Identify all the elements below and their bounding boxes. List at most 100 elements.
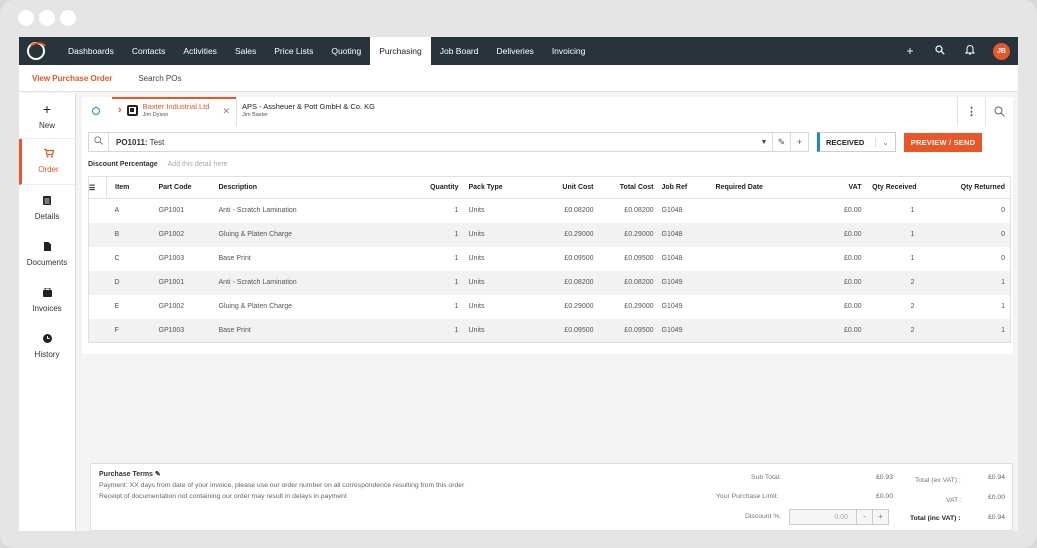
col-pack-type[interactable]: Pack Type bbox=[468, 176, 529, 199]
row-spacer bbox=[88, 222, 107, 247]
cell-job-ref: G1048 bbox=[661, 207, 683, 215]
col-unit-cost[interactable]: Unit Cost bbox=[528, 176, 594, 199]
cell-description: Gluing & Platen Charge bbox=[218, 303, 293, 310]
table-row[interactable]: B GP1002 Gluing & Platen Charge 1 Units £0.29… bbox=[88, 222, 1011, 247]
order-card: PO1011: Test ▼ ✎ + RECEIVED ⌄ PREVIEW / … bbox=[82, 126, 1013, 354]
edit-pencil-icon[interactable]: ✎ bbox=[772, 133, 790, 151]
subnav-view-purchase-order[interactable]: View Purchase Order bbox=[19, 74, 125, 83]
nav-purchasing[interactable]: Purchasing bbox=[370, 37, 431, 65]
col-item[interactable]: Item bbox=[106, 176, 159, 199]
table-row[interactable]: E GP1002 Gluing & Platen Charge 1 Units £0.29… bbox=[89, 295, 1011, 319]
col-total-cost[interactable]: Total Cost bbox=[593, 176, 662, 199]
col-required-date[interactable]: Required Date bbox=[715, 176, 816, 199]
sidebar-item-label: Documents bbox=[26, 257, 68, 267]
window-maximize-dot[interactable] bbox=[60, 10, 76, 26]
plus-icon[interactable]: + bbox=[903, 44, 917, 58]
sub-navbar: View Purchase Order Search POs bbox=[19, 65, 1018, 92]
status-select[interactable]: RECEIVED ⌄ bbox=[817, 132, 896, 152]
cell-description: Base Print bbox=[218, 318, 369, 343]
cell-quantity: 1 bbox=[368, 318, 469, 343]
discount-input[interactable]: Add this detail here bbox=[168, 161, 228, 168]
col-vat[interactable]: VAT bbox=[815, 176, 862, 199]
total-ex-vat-label: Total (ex VAT) : bbox=[915, 477, 961, 484]
circle-icon[interactable] bbox=[92, 107, 100, 115]
cell-part-code: GP1003 bbox=[158, 255, 185, 262]
discount-percent-input[interactable]: 0.00 bbox=[790, 514, 856, 521]
table-row[interactable]: F GP1003 Base Print 1 Units £0.09500 £0.09500 G… bbox=[88, 318, 1011, 343]
cell-description: Anti - Scratch Lamination bbox=[218, 207, 297, 215]
cell-job-ref: G1048 bbox=[661, 255, 683, 262]
subnav-search-pos[interactable]: Search POs bbox=[125, 74, 194, 83]
row-spacer bbox=[89, 199, 107, 223]
window-close-dot[interactable] bbox=[18, 10, 34, 26]
sidebar-item-details[interactable]: Details bbox=[19, 185, 75, 231]
discount-percent-stepper[interactable]: 0.00 - + bbox=[789, 509, 889, 525]
caret-down-icon[interactable]: ▼ bbox=[756, 139, 772, 146]
table-row[interactable]: D GP1001 Anti - Scratch Lamination 1 Units £0… bbox=[88, 270, 1011, 295]
search-icon bbox=[89, 133, 109, 151]
row-spacer bbox=[88, 270, 107, 295]
decrement-button[interactable]: - bbox=[856, 510, 872, 524]
col-qty-received[interactable]: Qty Received bbox=[861, 176, 917, 199]
cell-part-code: GP1002 bbox=[158, 303, 185, 310]
cell-part-code: GP1002 bbox=[158, 222, 219, 247]
col-quantity[interactable]: Quantity bbox=[368, 176, 469, 199]
column-menu-icon[interactable]: ☰ bbox=[88, 176, 107, 199]
close-icon[interactable]: ✕ bbox=[222, 106, 230, 117]
nav-quoting[interactable]: Quoting bbox=[322, 37, 370, 65]
sidebar-item-label: Invoices bbox=[32, 303, 62, 313]
search-icon[interactable] bbox=[933, 44, 947, 58]
po-selector[interactable]: PO1011: Test ▼ ✎ + bbox=[88, 132, 809, 152]
sidebar-item-label: Details bbox=[34, 211, 60, 221]
table-row[interactable]: A GP1001 Anti - Scratch Lamination 1 Units £0… bbox=[89, 199, 1011, 223]
cell-job-ref: G1049 bbox=[661, 303, 683, 310]
tab-aps-assheuer[interactable]: APS - Assheuer & Pott GmbH & Co. KG Jim … bbox=[236, 97, 386, 126]
cell-vat: £0.00 bbox=[843, 207, 862, 215]
cell-pack-type: Units bbox=[468, 207, 485, 215]
add-button[interactable]: + bbox=[790, 133, 808, 151]
col-description[interactable]: Description bbox=[218, 176, 369, 199]
sidebar-item-history[interactable]: History bbox=[19, 323, 75, 369]
nav-invoicing[interactable]: Invoicing bbox=[543, 37, 595, 65]
sidebar-item-invoices[interactable]: Invoices bbox=[19, 277, 75, 323]
cell-total-cost: £0.29000 bbox=[624, 303, 654, 310]
col-qty-returned[interactable]: Qty Returned bbox=[916, 176, 1011, 199]
tab-baxter-industrial[interactable]: › Baxter Industrial Ltd Jim Dyson ✕ bbox=[112, 97, 236, 126]
edit-pencil-icon[interactable]: ✎ bbox=[155, 471, 161, 478]
cell-total-cost: £0.08200 bbox=[624, 207, 654, 215]
col-job-ref[interactable]: Job Ref bbox=[661, 176, 716, 199]
increment-button[interactable]: + bbox=[872, 510, 888, 524]
sidebar-item-documents[interactable]: Documents bbox=[19, 231, 75, 277]
cell-vat: £0.00 bbox=[815, 318, 862, 343]
terms-line-1: Payment: XX days from date of your invoi… bbox=[99, 482, 465, 489]
sidebar-item-new[interactable]: + New bbox=[19, 93, 75, 139]
col-part-code[interactable]: Part Code bbox=[158, 176, 219, 199]
nav-sales[interactable]: Sales bbox=[226, 37, 265, 65]
preview-send-button[interactable]: PREVIEW / SEND bbox=[904, 132, 982, 152]
cell-quantity: 1 bbox=[454, 207, 459, 215]
nav-dashboards[interactable]: Dashboards bbox=[59, 37, 123, 65]
nav-price-lists[interactable]: Price Lists bbox=[265, 37, 322, 65]
window-minimize-dot[interactable] bbox=[39, 10, 55, 26]
cell-vat: £0.00 bbox=[815, 270, 862, 295]
cell-part-code: GP1001 bbox=[158, 207, 185, 215]
nav-job-board[interactable]: Job Board bbox=[431, 37, 488, 65]
cell-total-cost: £0.08200 bbox=[593, 270, 662, 295]
more-options-button[interactable]: ⋮ bbox=[957, 97, 985, 126]
cell-pack-type: Units bbox=[468, 303, 485, 310]
nav-deliveries[interactable]: Deliveries bbox=[487, 37, 542, 65]
sub-total-value: £0.93 bbox=[875, 474, 893, 481]
bell-icon[interactable] bbox=[963, 44, 977, 58]
nav-contacts[interactable]: Contacts bbox=[123, 37, 175, 65]
sidebar-item-order[interactable]: Order bbox=[19, 139, 75, 185]
search-icon[interactable] bbox=[985, 97, 1013, 126]
table-row[interactable]: C GP1003 Base Print 1 Units £0.09500 £0.09500 G… bbox=[89, 247, 1011, 271]
cell-part-code: GP1001 bbox=[158, 270, 219, 295]
plus-icon: + bbox=[42, 101, 52, 117]
sidebar-item-label: History bbox=[34, 349, 60, 359]
avatar[interactable]: JB bbox=[993, 42, 1010, 60]
logo-icon[interactable] bbox=[27, 42, 49, 60]
nav-activities[interactable]: Activities bbox=[174, 37, 226, 65]
company-icon bbox=[126, 104, 138, 116]
cell-vat: £0.00 bbox=[843, 303, 862, 310]
